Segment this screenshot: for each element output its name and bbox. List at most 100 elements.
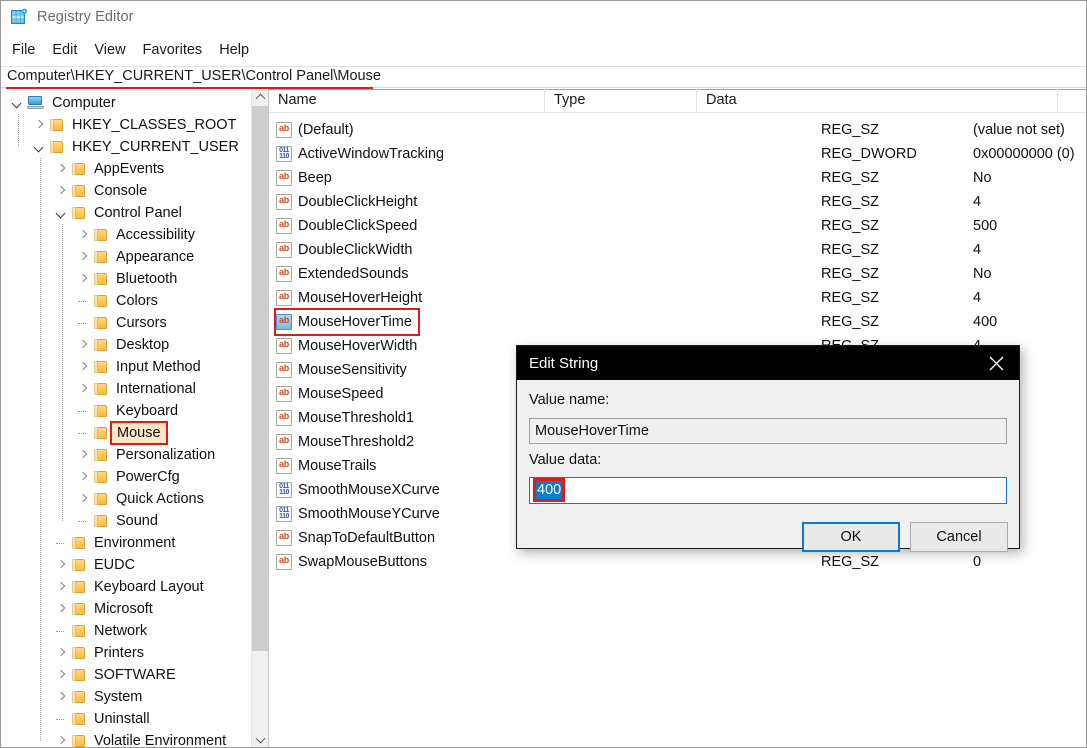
- tree-item-printers[interactable]: Printers: [54, 642, 148, 664]
- table-row[interactable]: ab MouseHoverHeight REG_SZ 4: [269, 286, 1086, 310]
- chevron-right-icon[interactable]: [76, 381, 92, 397]
- chevron-right-icon[interactable]: [76, 337, 92, 353]
- menu-edit[interactable]: Edit: [44, 40, 86, 61]
- value-data-cell: No: [973, 170, 992, 186]
- tree-item-eudc[interactable]: EUDC: [54, 554, 139, 576]
- chevron-down-icon[interactable]: [10, 95, 26, 111]
- menu-view[interactable]: View: [86, 40, 134, 61]
- chevron-right-icon[interactable]: [54, 183, 70, 199]
- tree-item-desktop[interactable]: Desktop: [76, 334, 173, 356]
- tree-item-microsoft[interactable]: Microsoft: [54, 598, 157, 620]
- tree-item-console[interactable]: Console: [54, 180, 151, 202]
- chevron-right-icon[interactable]: [76, 359, 92, 375]
- tree-item-personalization[interactable]: Personalization: [76, 444, 219, 466]
- value-type-cell: REG_SZ: [821, 170, 880, 186]
- tree-item-label: Mouse: [112, 423, 166, 443]
- string-value-icon: ab: [276, 289, 293, 307]
- tree-item-control-panel[interactable]: Control Panel: [54, 202, 186, 224]
- table-row[interactable]: ab ExtendedSounds REG_SZ No: [269, 262, 1086, 286]
- tree-item-cursors[interactable]: Cursors: [76, 312, 171, 334]
- tree-scrollbar[interactable]: [251, 89, 268, 747]
- ok-button[interactable]: OK: [802, 522, 900, 552]
- menu-file[interactable]: File: [10, 40, 44, 61]
- chevron-right-icon[interactable]: [54, 161, 70, 177]
- tree-item-appevents[interactable]: AppEvents: [54, 158, 168, 180]
- tree-item-accessibility[interactable]: Accessibility: [76, 224, 199, 246]
- menu-favorites[interactable]: Favorites: [135, 40, 212, 61]
- tree-item-network[interactable]: Network: [54, 620, 151, 642]
- column-header-data[interactable]: Data: [696, 89, 1057, 112]
- address-path: Computer\HKEY_CURRENT_USER\Control Panel…: [7, 68, 381, 84]
- table-row[interactable]: ab MouseHoverTime REG_SZ 400: [269, 310, 1086, 334]
- tree-item-international[interactable]: International: [76, 378, 200, 400]
- table-row[interactable]: ab DoubleClickHeight REG_SZ 4: [269, 190, 1086, 214]
- chevron-right-icon[interactable]: [76, 249, 92, 265]
- tree-item-powercfg[interactable]: PowerCfg: [76, 466, 184, 488]
- tree-item-volatile-environment[interactable]: Volatile Environment: [54, 730, 230, 747]
- tree-item-colors[interactable]: Colors: [76, 290, 162, 312]
- value-name-input[interactable]: MouseHoverTime: [529, 418, 1007, 444]
- cancel-button[interactable]: Cancel: [910, 522, 1008, 552]
- menu-help[interactable]: Help: [211, 40, 258, 61]
- column-header-type[interactable]: Type: [544, 89, 696, 112]
- chevron-right-icon[interactable]: [76, 491, 92, 507]
- tree-item-software[interactable]: SOFTWARE: [54, 664, 180, 686]
- chevron-right-icon[interactable]: [54, 557, 70, 573]
- chevron-right-icon[interactable]: [76, 447, 92, 463]
- chevron-right-icon[interactable]: [32, 117, 48, 133]
- chevron-right-icon[interactable]: [76, 469, 92, 485]
- tree-item-sound[interactable]: Sound: [76, 510, 162, 532]
- column-header-name[interactable]: Name: [269, 89, 544, 112]
- tree-item-input-method[interactable]: Input Method: [76, 356, 205, 378]
- tree-item-hkey-classes-root[interactable]: HKEY_CLASSES_ROOT: [32, 114, 240, 136]
- tree-item-keyboard[interactable]: Keyboard: [76, 400, 182, 422]
- table-row[interactable]: ab Beep REG_SZ No: [269, 166, 1086, 190]
- tree-item-system[interactable]: System: [54, 686, 146, 708]
- chevron-right-icon[interactable]: [54, 645, 70, 661]
- value-name-cell: ab DoubleClickSpeed: [276, 214, 417, 238]
- menu-bar: File Edit View Favorites Help: [1, 37, 1086, 63]
- tree-item-label: AppEvents: [94, 161, 165, 177]
- folder-icon: [71, 602, 87, 616]
- chevron-right-icon[interactable]: [76, 271, 92, 287]
- folder-icon: [93, 338, 109, 352]
- scroll-down-icon[interactable]: [252, 730, 268, 747]
- value-name-label: MouseThreshold1: [298, 410, 415, 426]
- chevron-right-icon[interactable]: [54, 601, 70, 617]
- chevron-down-icon[interactable]: [32, 139, 48, 155]
- tree-item-appearance[interactable]: Appearance: [76, 246, 198, 268]
- tree-item-mouse[interactable]: Mouse: [76, 422, 166, 444]
- address-bar[interactable]: Computer\HKEY_CURRENT_USER\Control Panel…: [1, 66, 1086, 89]
- table-row[interactable]: ab SwapMouseButtons REG_SZ 0: [269, 550, 1086, 574]
- chevron-right-icon[interactable]: [76, 227, 92, 243]
- chevron-right-icon[interactable]: [54, 689, 70, 705]
- tree-item-uninstall[interactable]: Uninstall: [54, 708, 154, 730]
- value-data-input[interactable]: 400: [529, 477, 1007, 504]
- table-row[interactable]: ab (Default) REG_SZ (value not set): [269, 118, 1086, 142]
- table-row[interactable]: ab DoubleClickWidth REG_SZ 4: [269, 238, 1086, 262]
- tree-item-bluetooth[interactable]: Bluetooth: [76, 268, 181, 290]
- tree-item-quick-actions[interactable]: Quick Actions: [76, 488, 208, 510]
- tree-item-keyboard-layout[interactable]: Keyboard Layout: [54, 576, 208, 598]
- scroll-up-icon[interactable]: [252, 89, 268, 106]
- tree-scrollbar-thumb[interactable]: [252, 106, 268, 651]
- value-name-cell: ab MouseThreshold2: [276, 430, 414, 454]
- chevron-down-icon[interactable]: [54, 205, 70, 221]
- chevron-right-icon[interactable]: [54, 667, 70, 683]
- tree-item-hkey-current-user[interactable]: HKEY_CURRENT_USER: [32, 136, 243, 158]
- tree-item-label: Console: [94, 183, 148, 199]
- value-name-label: DoubleClickSpeed: [298, 218, 418, 234]
- tree-item-label: Microsoft: [94, 601, 153, 617]
- tree-item-label: HKEY_CURRENT_USER: [72, 139, 239, 155]
- value-name-cell: ab MouseHoverHeight: [276, 286, 422, 310]
- close-icon[interactable]: [973, 346, 1019, 380]
- table-row[interactable]: ab DoubleClickSpeed REG_SZ 500: [269, 214, 1086, 238]
- value-type-cell: REG_SZ: [821, 218, 880, 234]
- chevron-right-icon[interactable]: [54, 733, 70, 747]
- tree-item-label: Computer: [52, 95, 116, 111]
- table-row[interactable]: 011 110 ActiveWindowTracking REG_DWORD 0x000…: [269, 142, 1086, 166]
- value-data-cell: No: [973, 266, 992, 282]
- tree-item-environment[interactable]: Environment: [54, 532, 179, 554]
- chevron-right-icon[interactable]: [54, 579, 70, 595]
- tree-item-computer[interactable]: Computer: [10, 92, 120, 114]
